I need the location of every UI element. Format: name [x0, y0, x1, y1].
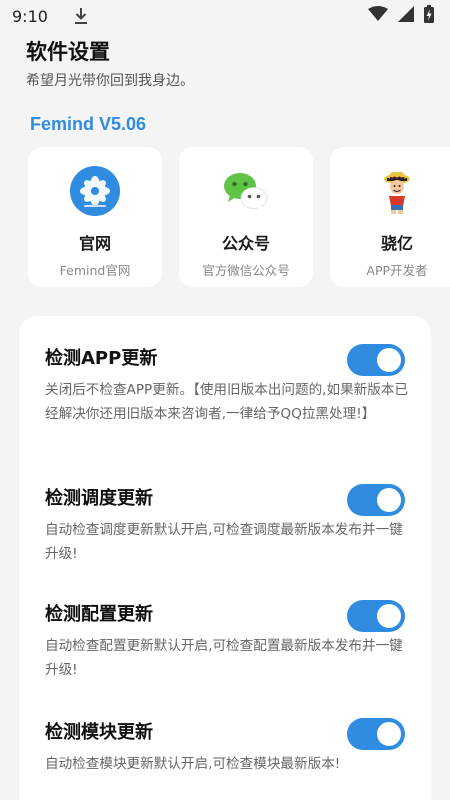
- card-name: 公众号: [221, 234, 270, 253]
- config-update-toggle[interactable]: [347, 600, 405, 632]
- signal-icon: [398, 6, 414, 26]
- toggle-knob: [377, 488, 401, 512]
- toggle-knob: [377, 604, 401, 628]
- setting-desc: 自动检查模块更新默认开启,可检查模块最新版本!: [45, 756, 341, 772]
- page-subtitle: 希望月光带你回到我身边。: [26, 73, 194, 89]
- setting-desc: 关闭后不检查APP更新。【使用旧版本出问题的,如果新版本已经解决你还用旧版本来咨…: [45, 382, 409, 422]
- page-header: 软件设置 希望月光带你回到我身边。: [26, 36, 194, 90]
- module-update-toggle[interactable]: [347, 718, 405, 750]
- page-title: 软件设置: [26, 40, 110, 64]
- card-desc: 官方微信公众号: [202, 263, 290, 278]
- toggle-knob: [377, 348, 401, 372]
- link-cards: 官网 Femind官网 公众号 官方微信公众号 骁亿 APP开发者: [28, 147, 450, 287]
- download-icon: [74, 7, 88, 25]
- wechat-icon: [221, 166, 271, 216]
- setting-desc: 自动检查配置更新默认开启,可检查配置最新版本发布并一键升级!: [45, 638, 403, 678]
- setting-app-update: 检测APP更新 关闭后不检查APP更新。【使用旧版本出问题的,如果新版本已经解决…: [45, 344, 411, 426]
- developer-avatar: [372, 166, 422, 216]
- card-desc: Femind官网: [59, 263, 131, 278]
- status-time: 9:10: [12, 6, 48, 26]
- battery-charging-icon: [424, 5, 434, 27]
- card-desc: APP开发者: [366, 263, 428, 278]
- settings-panel: 检测APP更新 关闭后不检查APP更新。【使用旧版本出问题的,如果新版本已经解决…: [19, 316, 431, 800]
- version-label: Femind V5.06: [30, 114, 147, 134]
- setting-scheduler-update: 检测调度更新 自动检查调度更新默认开启,可检查调度最新版本发布并一键升级!: [45, 484, 411, 566]
- card-name: 官网: [78, 234, 111, 253]
- next-card-peek[interactable]: [428, 147, 438, 287]
- card-website[interactable]: 官网 Femind官网: [28, 147, 162, 287]
- setting-desc: 自动检查调度更新默认开启,可检查调度最新版本发布并一键升级!: [45, 522, 403, 562]
- flower-logo-icon: [70, 166, 120, 216]
- wifi-icon: [368, 6, 388, 26]
- scheduler-update-toggle[interactable]: [347, 484, 405, 516]
- app-update-toggle[interactable]: [347, 344, 405, 376]
- card-wechat[interactable]: 公众号 官方微信公众号: [179, 147, 313, 287]
- setting-config-update: 检测配置更新 自动检查配置更新默认开启,可检查配置最新版本发布并一键升级!: [45, 600, 411, 682]
- toggle-knob: [377, 722, 401, 746]
- status-bar: 9:10: [0, 0, 450, 32]
- card-name: 骁亿: [380, 234, 413, 253]
- setting-module-update: 检测模块更新 自动检查模块更新默认开启,可检查模块最新版本!: [45, 718, 411, 776]
